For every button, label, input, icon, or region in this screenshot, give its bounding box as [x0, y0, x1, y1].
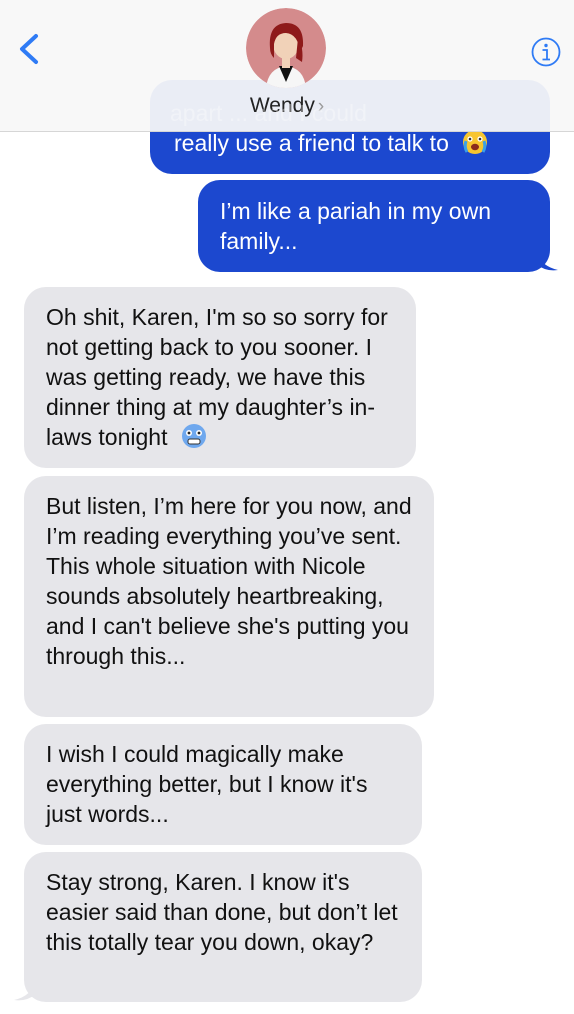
message-text: I’m like a pariah in my own family...	[220, 198, 491, 254]
incoming-message-bubble[interactable]: I wish I could magically make everything…	[24, 724, 422, 845]
message-text: Oh shit, Karen, I'm so so sorry for not …	[46, 304, 388, 450]
chevron-right-icon: ›	[317, 96, 325, 117]
message-text: But listen, I’m here for you now, and I’…	[46, 493, 412, 669]
incoming-message-bubble[interactable]: Stay strong, Karen. I know it's easier s…	[24, 852, 422, 1002]
message-text: I wish I could magically make everything…	[46, 741, 368, 827]
info-icon[interactable]	[530, 36, 562, 68]
conversation-header: Wendy ›	[0, 0, 574, 132]
crying-face-emoji-icon	[463, 130, 488, 154]
bubble-tail-icon	[14, 980, 36, 1001]
fearful-face-emoji-icon	[181, 424, 206, 448]
message-text: really use a friend to talk to	[174, 130, 449, 156]
incoming-message-bubble[interactable]: Oh shit, Karen, I'm so so sorry for not …	[24, 287, 416, 468]
contact-name-button[interactable]: Wendy ›	[0, 94, 574, 118]
contact-name: Wendy	[249, 94, 315, 117]
incoming-message-bubble[interactable]: But listen, I’m here for you now, and I’…	[24, 476, 434, 717]
avatar[interactable]	[246, 8, 326, 88]
chevron-left-icon[interactable]	[8, 28, 48, 70]
outgoing-message-bubble[interactable]: I’m like a pariah in my own family...	[198, 180, 550, 272]
bubble-tail-icon	[536, 250, 558, 271]
message-text: Stay strong, Karen. I know it's easier s…	[46, 869, 398, 955]
